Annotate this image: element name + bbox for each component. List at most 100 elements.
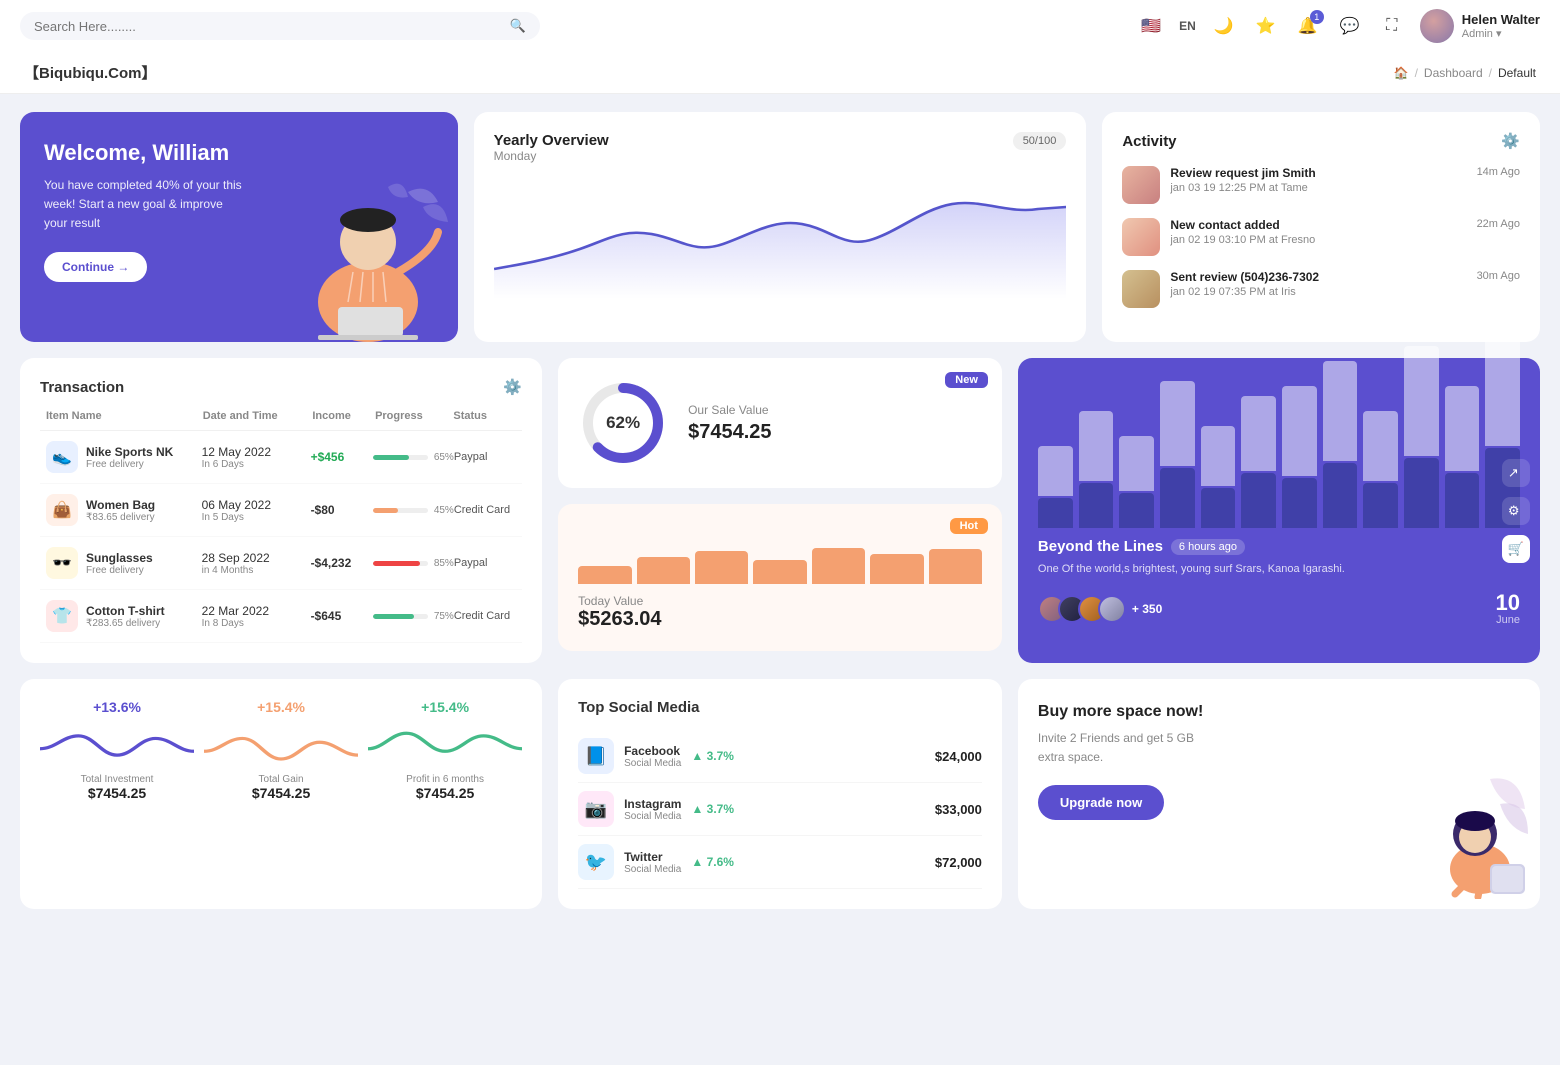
progress-label: 65% xyxy=(434,452,454,463)
sale-value: $7454.25 xyxy=(688,421,771,444)
wave-chart xyxy=(204,723,358,768)
activity-thumb xyxy=(1122,270,1160,308)
stat-label: Total Investment xyxy=(81,774,154,785)
user-name: Helen Walter xyxy=(1462,12,1540,27)
item-name: Sunglasses xyxy=(86,551,153,565)
activity-item-time: 22m Ago xyxy=(1477,218,1520,230)
fullscreen-icon[interactable]: ⛶ xyxy=(1378,12,1406,40)
side-icon-cart[interactable]: 🛒 xyxy=(1502,535,1530,563)
breadcrumb-dashboard[interactable]: Dashboard xyxy=(1424,66,1483,80)
progress-bar xyxy=(373,561,428,566)
item-progress-wrap: 75% xyxy=(373,611,454,622)
bar-group xyxy=(1404,346,1439,528)
side-icon-gear[interactable]: ⚙ xyxy=(1502,497,1530,525)
social-sub: Social Media xyxy=(624,811,681,822)
beyond-footer: + 350 10 June xyxy=(1038,592,1520,626)
today-label: Today Value xyxy=(578,594,982,608)
stat-label: Total Gain xyxy=(259,774,304,785)
chat-icon[interactable]: 💬 xyxy=(1336,12,1364,40)
progress-label: 45% xyxy=(434,505,454,516)
item-name-group: Nike Sports NK Free delivery xyxy=(86,445,173,470)
bar-group xyxy=(1323,361,1358,528)
transaction-rows: 👟 Nike Sports NK Free delivery 12 May 20… xyxy=(40,431,522,643)
beyond-title: Beyond the Lines xyxy=(1038,538,1163,555)
item-days: In 5 Days xyxy=(202,512,311,523)
item-icon: 👟 xyxy=(46,441,78,473)
top-navigation: 🔍 🇺🇸 EN 🌙 ⭐ 🔔 1 💬 ⛶ Helen Walter Admin ▾ xyxy=(0,0,1560,52)
more-count: + 350 xyxy=(1132,602,1162,616)
item-progress-wrap: 85% xyxy=(373,558,454,569)
social-name-group: Instagram Social Media xyxy=(624,797,681,822)
search-input[interactable] xyxy=(34,19,502,34)
stats-mini-card: +13.6% Total Investment $7454.25 +15.4% … xyxy=(20,679,542,909)
beyond-section: Beyond the Lines 6 hours ago One Of the … xyxy=(1038,538,1520,626)
star-icon[interactable]: ⭐ xyxy=(1252,12,1280,40)
lang-label: EN xyxy=(1179,19,1196,33)
item-income: -$80 xyxy=(311,503,373,517)
item-sub: Free delivery xyxy=(86,565,153,576)
beyond-avatars: + 350 xyxy=(1038,595,1162,623)
stat-percent: +13.6% xyxy=(93,699,141,715)
search-bar[interactable]: 🔍 xyxy=(20,12,540,40)
bar-group xyxy=(1119,436,1154,528)
buy-illustration xyxy=(1400,769,1530,899)
social-amount: $24,000 xyxy=(935,749,982,764)
activity-thumb-img xyxy=(1122,166,1160,204)
stat-label: Profit in 6 months xyxy=(406,774,484,785)
col-income: Income xyxy=(312,410,375,422)
continue-button[interactable]: Continue → xyxy=(44,252,147,282)
home-icon[interactable]: 🏠 xyxy=(1394,66,1409,80)
bar-group xyxy=(1363,411,1398,528)
item-icon: 🕶️ xyxy=(46,547,78,579)
bar-light xyxy=(1201,426,1236,486)
transaction-settings-icon[interactable]: ⚙️ xyxy=(503,378,522,396)
bell-icon[interactable]: 🔔 1 xyxy=(1294,12,1322,40)
avatar xyxy=(1420,9,1454,43)
main-content: Welcome, William You have completed 40% … xyxy=(0,94,1560,927)
activity-settings-icon[interactable]: ⚙️ xyxy=(1501,132,1520,150)
bar-dark xyxy=(1445,473,1480,528)
item-name: Nike Sports NK xyxy=(86,445,173,459)
today-bar xyxy=(753,560,806,584)
progress-fill xyxy=(373,614,414,619)
item-date-group: 28 Sep 2022 in 4 Months xyxy=(202,551,311,576)
row-2: Transaction ⚙️ Item Name Date and Time I… xyxy=(20,358,1540,663)
today-bar xyxy=(637,557,690,584)
donut-chart: 62% xyxy=(578,378,668,468)
col-status: Status xyxy=(453,410,516,422)
today-bar xyxy=(695,551,748,584)
social-row: 📷 Instagram Social Media ▲ 3.7% $33,000 xyxy=(578,783,982,836)
breadcrumb-default: Default xyxy=(1498,66,1536,80)
table-row: 👜 Women Bag ₹83.65 delivery 06 May 2022 … xyxy=(40,484,522,537)
social-icon: 📷 xyxy=(578,791,614,827)
bar-group xyxy=(1038,446,1073,528)
flag-icon[interactable]: 🇺🇸 xyxy=(1137,12,1165,40)
upgrade-button[interactable]: Upgrade now xyxy=(1038,785,1164,820)
user-info[interactable]: Helen Walter Admin ▾ xyxy=(1420,9,1540,43)
table-row: 🕶️ Sunglasses Free delivery 28 Sep 2022 … xyxy=(40,537,522,590)
today-bar xyxy=(929,549,982,584)
bar-light xyxy=(1363,411,1398,481)
progress-fill xyxy=(373,508,398,513)
table-row: 👟 Nike Sports NK Free delivery 12 May 20… xyxy=(40,431,522,484)
item-info: 👜 Women Bag ₹83.65 delivery xyxy=(46,494,202,526)
sale-value-card: New 62% Our Sale Value $7454.25 xyxy=(558,358,1002,488)
bar-light xyxy=(1445,386,1480,471)
bar-light xyxy=(1038,446,1073,496)
bar-dark xyxy=(1404,458,1439,528)
today-bar xyxy=(870,554,923,584)
bar-group xyxy=(1201,426,1236,528)
bar-group xyxy=(1445,386,1480,528)
social-row: 🐦 Twitter Social Media ▲ 7.6% $72,000 xyxy=(578,836,982,889)
moon-icon[interactable]: 🌙 xyxy=(1210,12,1238,40)
item-sub: ₹283.65 delivery xyxy=(86,618,165,629)
social-name: Instagram xyxy=(624,797,681,811)
beyond-time: 6 hours ago xyxy=(1171,539,1245,555)
bar-dark xyxy=(1160,468,1195,528)
breadcrumb-bar: 【Biqubiqu.Com】 🏠 / Dashboard / Default xyxy=(0,52,1560,94)
middle-column: New 62% Our Sale Value $7454.25 Hot xyxy=(558,358,1002,663)
item-status: Credit Card xyxy=(454,610,516,622)
bar-light xyxy=(1119,436,1154,491)
search-icon: 🔍 xyxy=(510,18,526,34)
side-icon-1[interactable]: ↗ xyxy=(1502,459,1530,487)
